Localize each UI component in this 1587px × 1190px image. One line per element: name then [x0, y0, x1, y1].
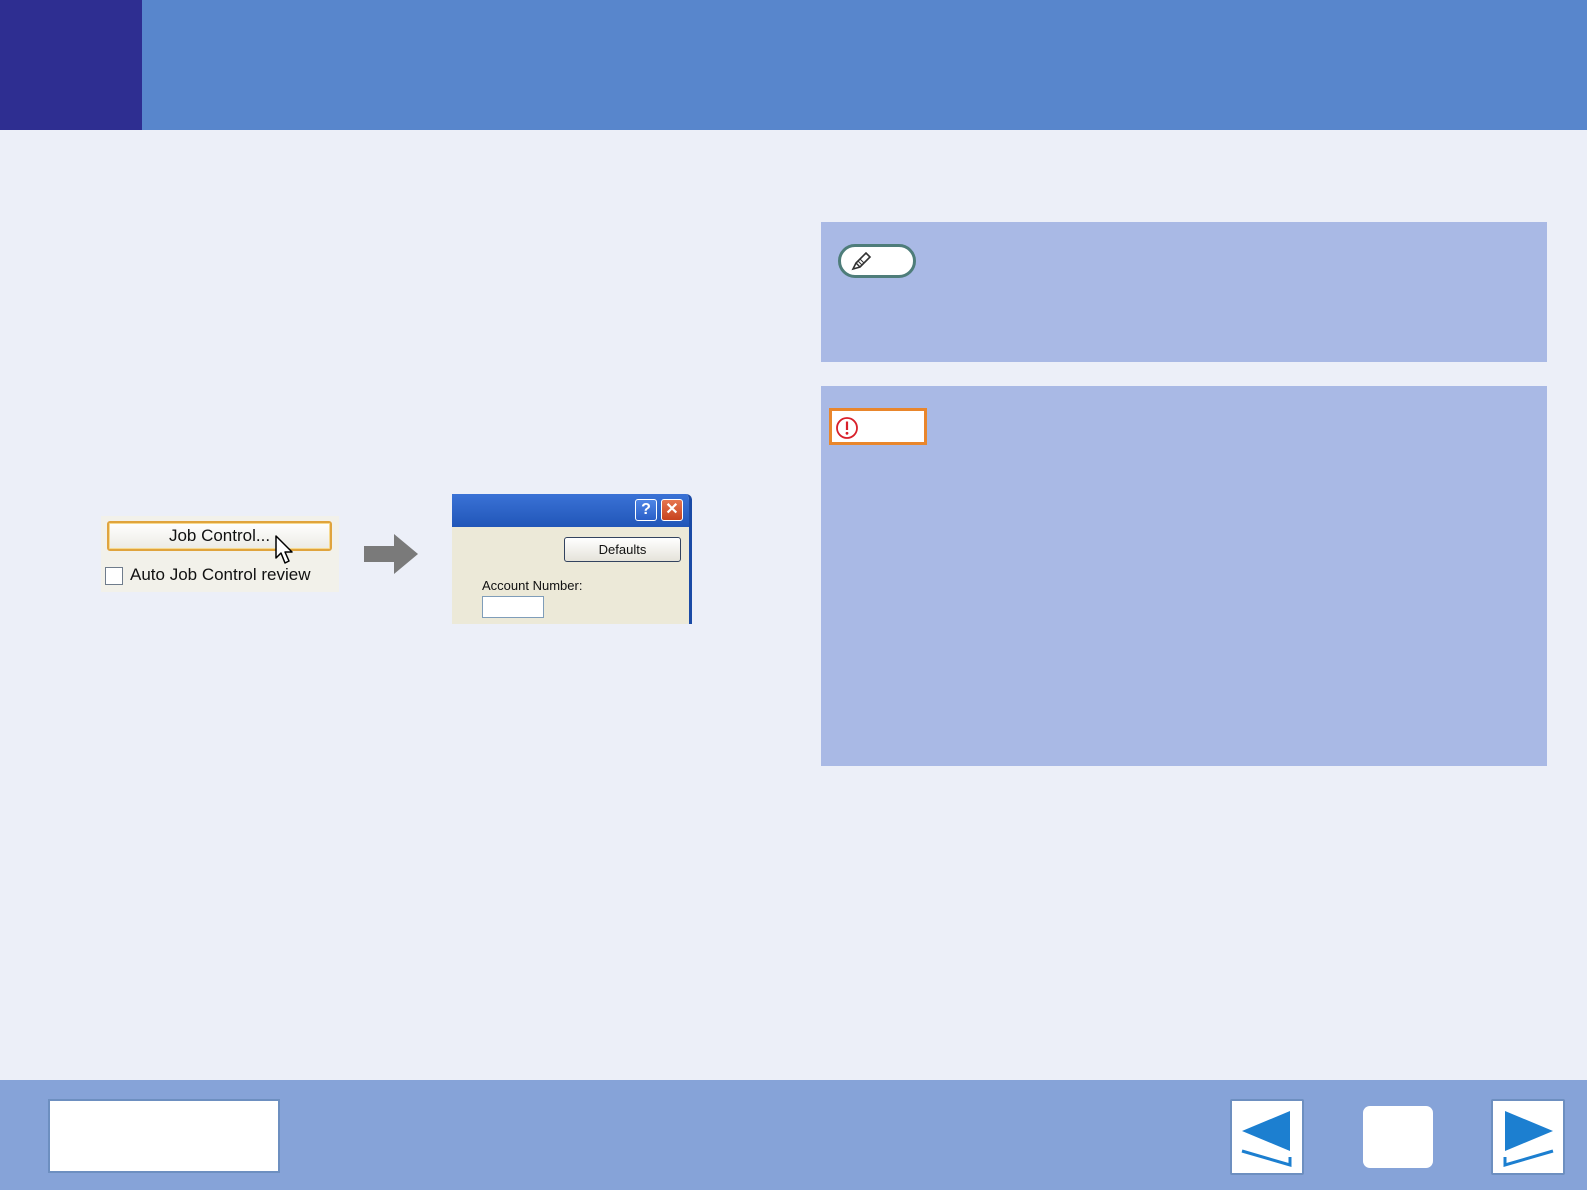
note-panel: [821, 222, 1547, 362]
account-number-label: Account Number:: [482, 578, 583, 593]
auto-job-control-review-label: Auto Job Control review: [130, 565, 311, 584]
job-control-dialog: ? ✕ Defaults Account Number:: [452, 494, 692, 624]
mouse-cursor-icon: [275, 535, 293, 564]
footer-contents-button[interactable]: [48, 1099, 280, 1173]
caution-badge: [829, 408, 927, 445]
dialog-titlebar: ? ✕: [452, 494, 689, 527]
note-badge: [838, 244, 916, 278]
footer-bar: [0, 1080, 1587, 1190]
job-control-button[interactable]: Job Control...: [107, 521, 332, 551]
defaults-button[interactable]: Defaults: [564, 537, 681, 562]
exclamation-icon: [836, 417, 858, 439]
left-triangle-icon: [1241, 1111, 1292, 1167]
close-button[interactable]: ✕: [661, 499, 683, 521]
job-control-snippet: Job Control... Auto Job Control review: [101, 516, 339, 592]
right-arrow-icon: [364, 534, 418, 574]
right-triangle-icon: [1503, 1111, 1554, 1167]
chapter-marker: [0, 0, 142, 130]
home-button[interactable]: [1363, 1106, 1433, 1168]
pencil-icon: [851, 252, 872, 271]
help-button[interactable]: ?: [635, 499, 657, 521]
caution-panel: [821, 386, 1547, 766]
header-band: [0, 0, 1587, 130]
account-number-field[interactable]: [482, 596, 544, 618]
auto-job-control-review-checkbox[interactable]: [105, 567, 123, 585]
previous-page-button[interactable]: [1230, 1099, 1304, 1175]
next-page-button[interactable]: [1491, 1099, 1565, 1175]
